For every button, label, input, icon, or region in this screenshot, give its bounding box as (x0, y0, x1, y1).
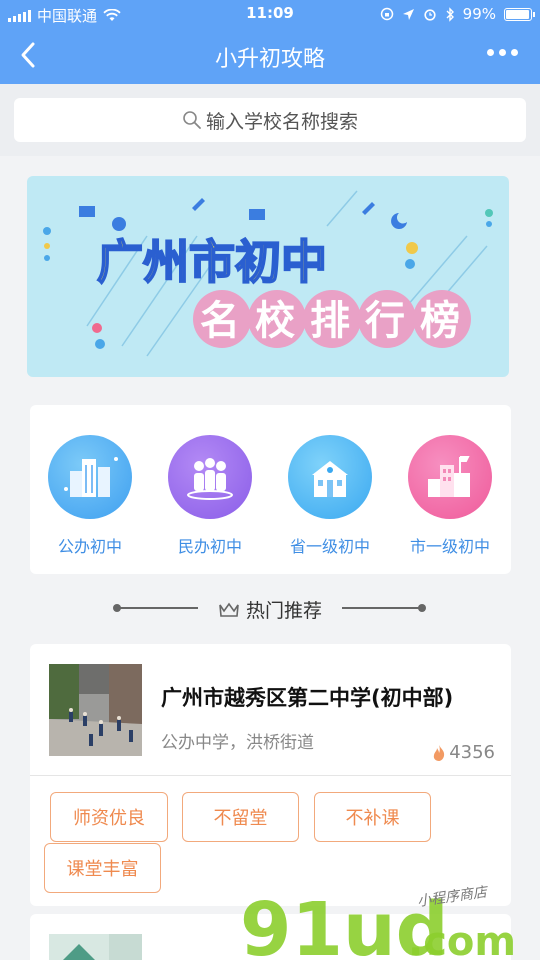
city-icon (408, 435, 492, 519)
category-label: 公办初中 (57, 537, 122, 556)
search-icon (183, 111, 201, 129)
orientation-lock-icon (380, 7, 393, 21)
svg-text:.com: .com (408, 919, 516, 960)
bluetooth-icon (446, 6, 454, 22)
category-label: 民办初中 (177, 537, 242, 556)
hot-section-header: 热门推荐 (0, 594, 540, 622)
view-count: 4356 (432, 742, 495, 763)
category-municipal[interactable]: 市一级初中 (395, 435, 505, 557)
school-name: 广州市越秀区第二中学(初中部) (161, 686, 454, 710)
battery-icon (504, 7, 535, 21)
flame-icon (433, 744, 445, 761)
status-bar: 中国联通 11:09 99% (0, 0, 540, 28)
watermark-logo: 91ud .com 小程序商店 (240, 860, 540, 960)
category-label: 省一级初中 (289, 537, 370, 556)
top-bar: 中国联通 11:09 99% 小升初攻略 (0, 0, 540, 84)
buildings-icon (48, 435, 132, 519)
school-icon (288, 435, 372, 519)
page-title: 小升初攻略 (214, 47, 325, 72)
card-divider (30, 775, 511, 776)
crown-icon (219, 602, 239, 617)
category-grid: 公办初中 民办初中 省一级初中 市一级初中 (30, 405, 511, 574)
tag-chip[interactable]: 不补课 (314, 792, 431, 842)
nav-bar: 小升初攻略 (0, 28, 540, 84)
school-subtitle: 公办中学，洪桥街道 (161, 733, 314, 753)
search-placeholder: 输入学校名称搜索 (205, 110, 358, 133)
divider-dot (418, 604, 426, 612)
school-photo (49, 664, 142, 756)
battery-percent: 99% (462, 5, 496, 23)
school-photo (49, 934, 142, 960)
divider-line-right (342, 607, 422, 609)
status-right: 99% (380, 5, 535, 23)
category-public[interactable]: 公办初中 (35, 435, 145, 557)
category-provincial[interactable]: 省一级初中 (275, 435, 385, 557)
tag-chip[interactable]: 师资优良 (50, 792, 168, 842)
banner-title-line2: 名校排行榜 (200, 298, 475, 344)
search-input[interactable]: 输入学校名称搜索 (14, 98, 526, 142)
more-dots-icon[interactable] (487, 49, 518, 56)
ranking-banner[interactable]: 广州市初中 名校排行榜 (27, 176, 509, 377)
people-icon (168, 435, 252, 519)
location-icon (402, 8, 414, 20)
banner-art: 广州市初中 名校排行榜 (43, 190, 493, 357)
category-label: 市一级初中 (409, 537, 490, 556)
tag-chip[interactable]: 课堂丰富 (44, 843, 161, 893)
banner-title-line1: 广州市初中 (97, 235, 327, 289)
hot-section-title: 热门推荐 (0, 596, 540, 623)
category-private[interactable]: 民办初中 (155, 435, 265, 557)
tag-chip[interactable]: 不留堂 (182, 792, 299, 842)
alarm-icon (424, 9, 436, 21)
search-area: 输入学校名称搜索 (0, 84, 540, 156)
